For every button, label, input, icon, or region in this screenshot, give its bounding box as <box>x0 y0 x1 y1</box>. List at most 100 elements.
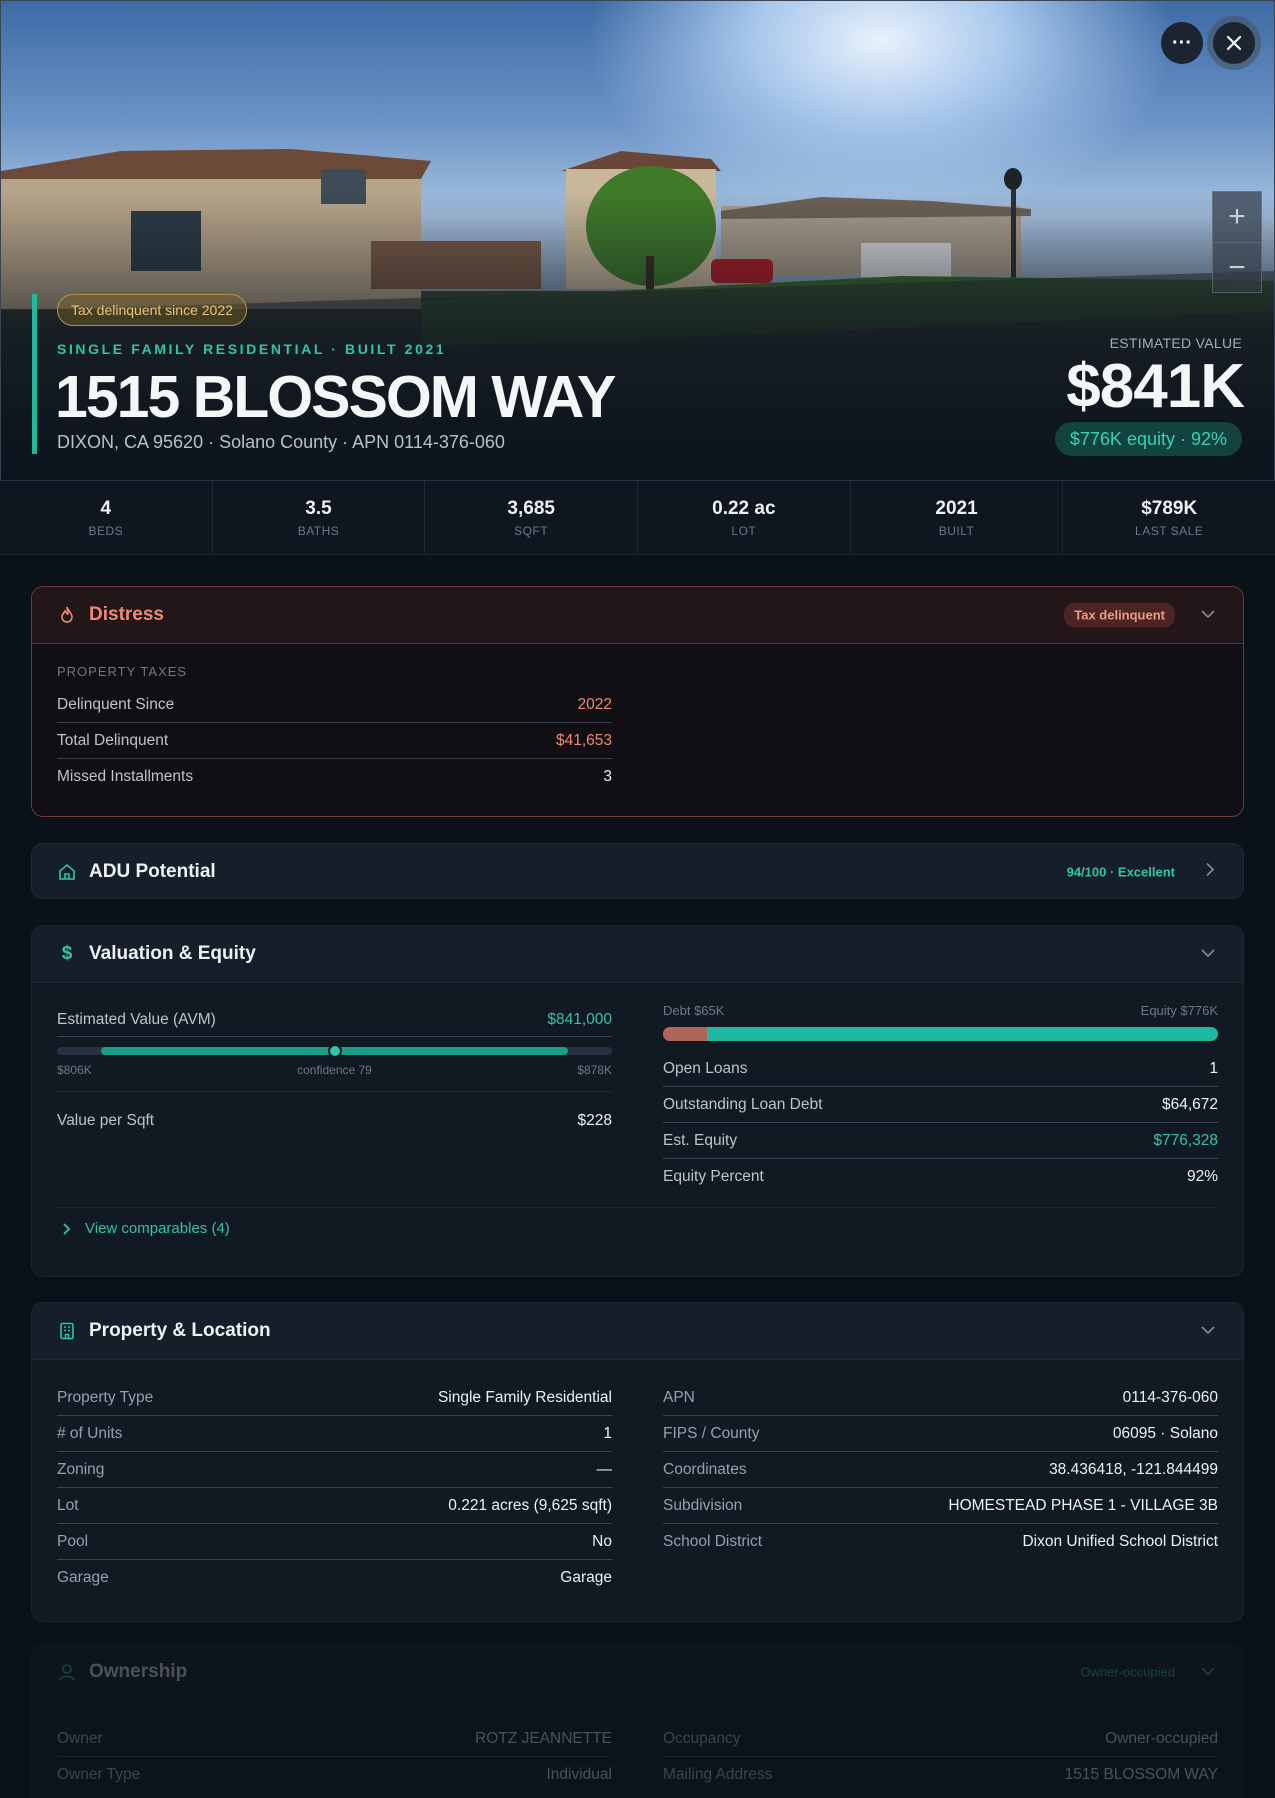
row-key: Property Type <box>57 1388 154 1406</box>
building-icon <box>57 1321 77 1341</box>
row-key: Total Delinquent <box>57 731 169 749</box>
row-value: Dixon Unified School District <box>1022 1533 1218 1550</box>
stat-value: 3.5 <box>305 497 332 519</box>
property-right-column: APN 0114-376-060 FIPS / County 06095 · Sol… <box>663 1380 1218 1596</box>
property-row: Pool No <box>57 1524 612 1560</box>
distress-title: Distress <box>89 604 164 625</box>
adu-header[interactable]: ADU Potential 94/100 · Excellent <box>32 844 1243 898</box>
user-icon <box>57 1662 77 1682</box>
row-value: Individual <box>546 1766 613 1783</box>
row-value: 0114-376-060 <box>1122 1388 1218 1406</box>
row-value: 2022 <box>577 695 612 713</box>
zoom-out-button[interactable]: − <box>1213 242 1261 292</box>
row-key: Garage <box>57 1569 109 1586</box>
property-row: Lot 0.221 acres (9,625 sqft) <box>57 1488 612 1524</box>
confidence-label: confidence 79 <box>297 1063 372 1077</box>
property-row: Coordinates 38.436418, -121.844499 <box>663 1452 1218 1488</box>
home-icon <box>57 862 77 882</box>
equity-column: Debt $65K Equity $776K Open Loans 1 Outs… <box>663 1003 1218 1195</box>
avm-column: Estimated Value (AVM) $841,000 $806K con… <box>57 1003 612 1195</box>
loan-row: Outstanding Loan Debt $64,672 <box>663 1087 1218 1123</box>
value-per-sqft-row: Value per Sqft $228 <box>57 1092 612 1150</box>
adu-score: 94/100 · Excellent <box>1066 864 1175 880</box>
stat-built: 2021 BUILT <box>851 481 1064 554</box>
ownership-row: Occupancy Owner-occupied <box>663 1721 1218 1757</box>
avm-range-bar <box>57 1044 612 1058</box>
property-row: FIPS / County 06095 · Solano <box>663 1416 1218 1452</box>
loan-row: Equity Percent 92% <box>663 1159 1218 1195</box>
distress-row: Total Delinquent $41,653 <box>57 723 612 759</box>
ownership-left-column: Owner ROTZ JEANNETTE Owner Type Individual <box>57 1721 612 1793</box>
valuation-header[interactable]: $ Valuation & Equity <box>32 926 1243 982</box>
stat-lot: 0.22 ac LOT <box>638 481 851 554</box>
property-location-card: Property & Location Property Type Single … <box>31 1302 1244 1622</box>
tax-delinquent-badge: Tax delinquent since 2022 <box>57 294 247 326</box>
close-button[interactable] <box>1213 22 1255 64</box>
chevron-down-icon[interactable] <box>1201 1663 1215 1681</box>
ownership-row: Owner ROTZ JEANNETTE <box>57 1721 612 1757</box>
row-key: School District <box>663 1533 763 1550</box>
range-high: $878K <box>577 1063 612 1077</box>
view-comparables-label: View comparables (4) <box>85 1220 230 1237</box>
chevron-right-icon[interactable] <box>1206 862 1215 882</box>
avm-range-labels: $806K confidence 79 $878K <box>57 1063 612 1077</box>
ownership-row: Mailing Address 1515 BLOSSOM WAY <box>663 1757 1218 1793</box>
row-value: 06095 · Solano <box>1112 1424 1218 1442</box>
stat-label: BEDS <box>88 523 124 538</box>
row-key: Occupancy <box>663 1729 741 1747</box>
valuation-title: Valuation & Equity <box>89 943 256 964</box>
stat-value: 2021 <box>935 497 978 519</box>
property-row: Zoning — <box>57 1452 612 1488</box>
row-key: APN <box>663 1388 695 1406</box>
stat-value: 4 <box>100 497 112 519</box>
loan-rows: Open Loans 1 Outstanding Loan Debt $64,6… <box>663 1051 1218 1195</box>
distress-row: Delinquent Since 2022 <box>57 687 612 723</box>
ownership-card: Ownership Owner-occupied Owner ROTZ JEANN… <box>31 1643 1244 1798</box>
row-value: HOMESTEAD PHASE 1 - VILLAGE 3B <box>948 1496 1218 1514</box>
equity-badge: $776K equity · 92% <box>1054 422 1242 456</box>
property-row: Garage Garage <box>57 1560 612 1596</box>
distress-row: Missed Installments 3 <box>57 759 612 795</box>
stat-label: BATHS <box>297 523 340 538</box>
row-value: — <box>596 1460 613 1478</box>
chevron-down-icon[interactable] <box>1201 606 1215 624</box>
property-row: Subdivision HOMESTEAD PHASE 1 - VILLAGE 3… <box>663 1488 1218 1524</box>
row-value: 0.221 acres (9,625 sqft) <box>448 1496 612 1514</box>
zoom-in-button[interactable]: + <box>1213 192 1261 242</box>
stat-baths: 3.5 BATHS <box>213 481 426 554</box>
adu-potential-card[interactable]: ADU Potential 94/100 · Excellent <box>31 843 1244 899</box>
row-key: Equity Percent <box>663 1168 764 1185</box>
valuation-equity-card: $ Valuation & Equity Estimated Value (AV… <box>31 925 1244 1277</box>
row-key: Subdivision <box>663 1496 743 1514</box>
row-key: Open Loans <box>663 1059 748 1077</box>
property-body: Property Type Single Family Residential #… <box>32 1359 1243 1616</box>
property-left-column: Property Type Single Family Residential #… <box>57 1380 612 1596</box>
hero-photo: ··· + − Tax delinquent since 2022 SINGLE… <box>0 0 1275 480</box>
ownership-header[interactable]: Ownership Owner-occupied <box>32 1644 1243 1700</box>
dollar-icon: $ <box>61 943 73 964</box>
property-row: APN 0114-376-060 <box>663 1380 1218 1416</box>
chevron-down-icon[interactable] <box>1201 1322 1215 1340</box>
more-options-button[interactable]: ··· <box>1161 22 1203 64</box>
ownership-row: Owner Type Individual <box>57 1757 612 1793</box>
more-horizontal-icon: ··· <box>1172 31 1192 54</box>
stat-sqft: 3,685 SQFT <box>425 481 639 554</box>
avm-estimate-marker <box>327 1044 342 1058</box>
debt-equity-bar <box>663 1027 1218 1041</box>
row-value: Owner-occupied <box>1105 1729 1218 1747</box>
city-line: DIXON, CA 95620 · Solano County · APN 01… <box>57 432 505 452</box>
stat-value: 0.22 ac <box>712 497 776 519</box>
row-key: Est. Equity <box>663 1131 738 1149</box>
view-comparables-link[interactable]: View comparables (4) <box>57 1207 1218 1237</box>
adu-title: ADU Potential <box>89 861 216 882</box>
tax-delinquent-tag: Tax delinquent <box>1064 602 1175 628</box>
distress-header[interactable]: Distress Tax delinquent <box>32 587 1243 643</box>
stat-last-sale: $789K LAST SALE <box>1063 481 1275 554</box>
property-title: Property & Location <box>89 1320 271 1341</box>
property-row: Property Type Single Family Residential <box>57 1380 612 1416</box>
chevron-down-icon[interactable] <box>1201 945 1215 963</box>
ownership-title: Ownership <box>89 1661 188 1682</box>
property-header[interactable]: Property & Location <box>32 1303 1243 1359</box>
loan-row: Est. Equity $776,328 <box>663 1123 1218 1159</box>
stat-value: 3,685 <box>507 497 555 519</box>
